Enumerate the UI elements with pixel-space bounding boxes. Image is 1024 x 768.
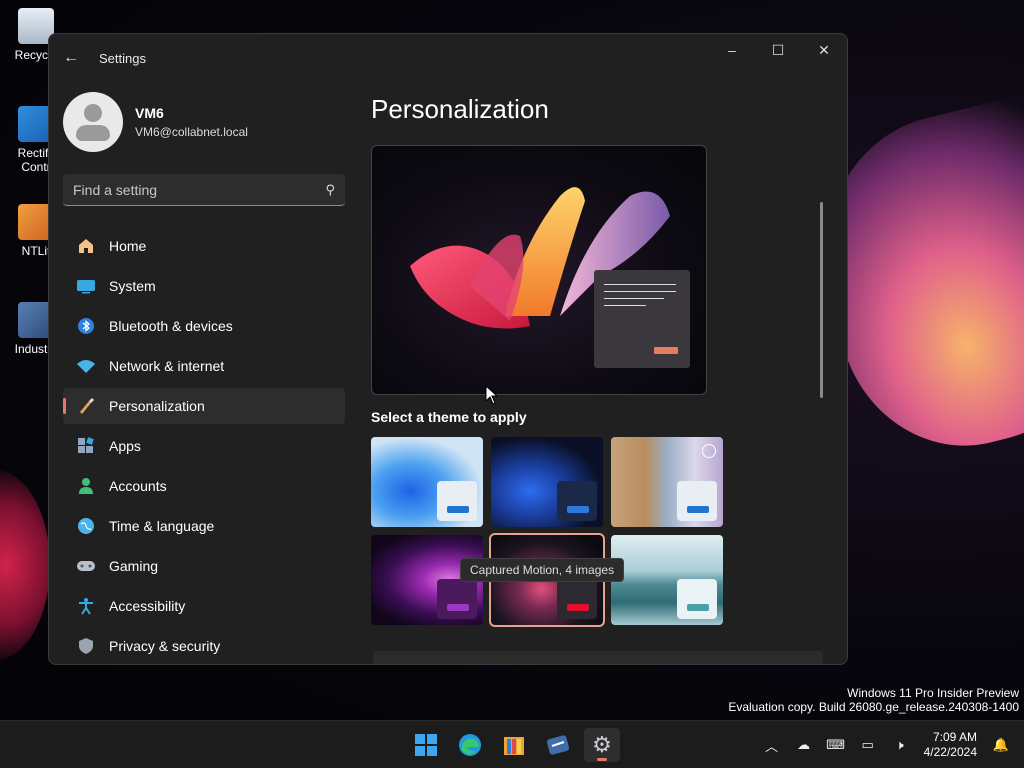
apps-icon [75,435,97,457]
start-icon [415,734,437,756]
notification-bell-icon[interactable]: 🔔 [990,737,1012,753]
scrollbar[interactable] [820,202,823,398]
minimize-button[interactable]: – [709,34,755,66]
user-profile[interactable]: VM6 VM6@collabnet.local [63,82,345,162]
sidebar-item-system[interactable]: System [63,268,345,304]
bluetooth-icon [75,315,97,337]
page-title: Personalization [371,94,549,124]
maximize-button[interactable]: ☐ [755,34,801,66]
sidebar-item-gaming[interactable]: Gaming [63,548,345,584]
clock-date: 4/22/2024 [923,745,977,759]
sidebar-item-label: Privacy & security [109,638,221,654]
theme-tile-windows-light[interactable] [371,437,483,527]
edge-icon [459,734,481,756]
chevron-up-icon[interactable]: ︿ [761,736,783,755]
keyboard-icon[interactable]: ⌨ [825,737,847,753]
shield-icon [75,635,97,657]
evaluation-watermark: Windows 11 Pro Insider Preview Evaluatio… [728,686,1019,714]
sidebar-item-time-language[interactable]: Time & language [63,508,345,544]
sidebar-item-label: Accounts [109,478,167,494]
theme-preview [371,145,707,395]
window-title: Settings [99,50,146,66]
wifi-icon [75,355,97,377]
sidebar-item-label: Personalization [109,398,205,414]
theme-tooltip: Captured Motion, 4 images [460,558,625,582]
sidebar-item-label: Bluetooth & devices [109,318,233,334]
sidebar-item-label: System [109,278,156,294]
avatar [63,92,123,152]
settings-window: ← Settings – ☐ ✕ VM6 VM6@collabnet.local… [48,33,848,665]
theme-grid [371,437,827,627]
clock[interactable]: 7:09 AM 4/22/2024 [924,730,977,760]
window-controls: – ☐ ✕ [709,34,847,66]
system-icon [75,275,97,297]
app-icon [546,735,570,755]
sidebar-item-label: Home [109,238,147,254]
onedrive-icon[interactable]: ☁ [793,737,815,753]
sidebar-item-apps[interactable]: Apps [63,428,345,464]
sidebar-item-network[interactable]: Network & internet [63,348,345,384]
taskbar: ⚙ ︿ ☁ ⌨ ▭ 🕨 7:09 AM 4/22/2024 🔔 [0,720,1024,768]
sidebar-item-label: Accessibility [109,598,186,614]
sidebar-item-accounts[interactable]: Accounts [63,468,345,504]
settings-taskbar-button[interactable]: ⚙ [584,728,620,762]
search-input[interactable] [73,181,326,198]
edge-button[interactable] [452,728,488,762]
theme-tile-windows-dark[interactable] [491,437,603,527]
theme-tile-flow[interactable] [611,535,723,625]
sidebar: VM6 VM6@collabnet.local ⚲ Home System [63,82,345,664]
store-button[interactable] [496,728,532,762]
app-button[interactable] [540,728,576,762]
store-icon [504,737,524,755]
system-tray: ︿ ☁ ⌨ ▭ 🕨 7:09 AM 4/22/2024 🔔 [756,721,1024,768]
clock-time: 7:09 AM [932,730,977,744]
theme-section-label: Select a theme to apply [371,409,527,425]
back-arrow-icon[interactable]: ← [63,49,83,67]
start-button[interactable] [408,728,444,762]
profile-name: VM6 [135,105,164,121]
brush-icon [75,395,97,417]
sidebar-item-home[interactable]: Home [63,228,345,264]
sidebar-item-privacy-security[interactable]: Privacy & security [63,628,345,664]
theme-tile-spotlight[interactable] [611,437,723,527]
mouse-cursor-icon [485,385,499,405]
close-button[interactable]: ✕ [801,34,847,66]
settings-icon: ⚙ [592,732,612,757]
watermark-line-2: Evaluation copy. Build 26080.ge_release.… [728,700,1019,714]
search-box[interactable]: ⚲ [63,174,345,206]
next-settings-card[interactable] [373,651,823,664]
sidebar-item-label: Network & internet [109,358,225,374]
sidebar-item-accessibility[interactable]: Accessibility [63,588,345,624]
sidebar-item-bluetooth[interactable]: Bluetooth & devices [63,308,345,344]
sidebar-item-personalization[interactable]: Personalization [63,388,345,424]
wallpaper-bloom-left [0,470,50,660]
taskbar-apps: ⚙ [408,728,620,762]
spotlight-icon [702,444,716,458]
desktop-icon-label: NTLit [21,244,51,258]
home-icon [75,235,97,257]
search-icon[interactable]: ⚲ [325,182,335,198]
globe-icon [75,515,97,537]
sidebar-item-label: Time & language [109,518,215,534]
nav-list: Home System Bluetooth & devices Network … [63,228,345,664]
sidebar-item-label: Gaming [109,558,159,574]
accounts-icon [75,475,97,497]
gamepad-icon [75,555,97,577]
network-icon[interactable]: ▭ [857,737,879,753]
profile-email: VM6@collabnet.local [135,125,248,139]
accessibility-icon [75,595,97,617]
volume-muted-icon[interactable]: 🕨 [889,737,911,753]
watermark-line-1: Windows 11 Pro Insider Preview [847,686,1019,700]
preview-window-mock [594,270,690,368]
sidebar-item-label: Apps [109,438,141,454]
